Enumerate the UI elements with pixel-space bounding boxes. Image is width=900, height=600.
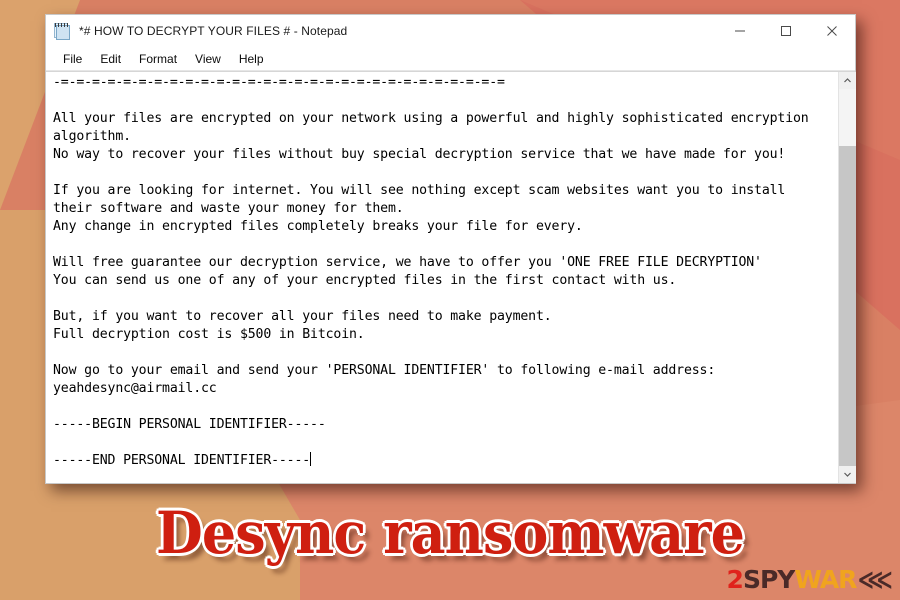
minimize-button[interactable] bbox=[717, 15, 763, 47]
menu-item-view[interactable]: View bbox=[186, 50, 230, 68]
logo-spy: SPY bbox=[742, 565, 795, 594]
scrollbar-track[interactable] bbox=[838, 89, 856, 466]
scroll-down-arrow[interactable] bbox=[838, 466, 856, 483]
scrollbar-thumb[interactable] bbox=[838, 89, 856, 146]
maximize-button[interactable] bbox=[763, 15, 809, 47]
notepad-window: *# HOW TO DECRYPT YOUR FILES # - Notepad… bbox=[45, 14, 856, 484]
logo-digit: 2 bbox=[726, 565, 744, 594]
menu-bar: File Edit Format View Help bbox=[46, 47, 855, 71]
logo-war: WAR bbox=[794, 565, 857, 594]
scroll-up-arrow[interactable] bbox=[838, 72, 856, 89]
notepad-icon bbox=[54, 22, 71, 41]
text-editor[interactable]: -=-=-=-=-=-=-=-=-=-=-=-=-=-=-=-=-=-=-=-=… bbox=[46, 72, 838, 483]
window-controls bbox=[717, 15, 855, 47]
banner-title: Desync ransomware bbox=[156, 499, 745, 567]
window-title: *# HOW TO DECRYPT YOUR FILES # - Notepad bbox=[79, 24, 348, 38]
screenshot-root: *# HOW TO DECRYPT YOUR FILES # - Notepad… bbox=[0, 0, 900, 600]
logo-chevron-icon: ⋘ bbox=[857, 565, 893, 594]
vertical-scrollbar[interactable] bbox=[838, 72, 856, 483]
menu-item-file[interactable]: File bbox=[54, 50, 91, 68]
title-bar[interactable]: *# HOW TO DECRYPT YOUR FILES # - Notepad bbox=[46, 15, 855, 47]
text-caret bbox=[310, 452, 312, 466]
close-button[interactable] bbox=[809, 15, 855, 47]
menu-item-help[interactable]: Help bbox=[230, 50, 273, 68]
scrollbar-track-lower[interactable] bbox=[838, 145, 856, 466]
2spyware-logo: 2 SPY WAR ⋘ bbox=[726, 565, 893, 594]
editor-area: -=-=-=-=-=-=-=-=-=-=-=-=-=-=-=-=-=-=-=-=… bbox=[46, 71, 856, 483]
menu-item-format[interactable]: Format bbox=[130, 50, 186, 68]
menu-item-edit[interactable]: Edit bbox=[91, 50, 130, 68]
ransom-note-text[interactable]: -=-=-=-=-=-=-=-=-=-=-=-=-=-=-=-=-=-=-=-=… bbox=[53, 74, 838, 470]
